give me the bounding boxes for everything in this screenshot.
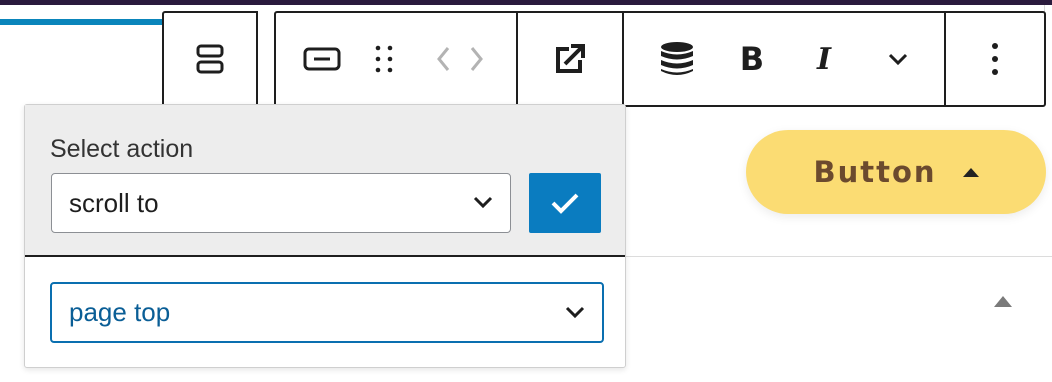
select-parent-button[interactable] [164,13,256,105]
toolbar-parent-group [162,11,258,107]
action-panel: Select action scroll to page top [24,104,626,368]
move-buttons[interactable] [422,13,498,105]
parent-block-icon [196,44,224,74]
content-divider [626,256,1052,257]
button-block-label[interactable]: Button [813,155,936,189]
action-select-value: scroll to [69,187,159,218]
link-external-icon [556,44,585,73]
toolbar-separator [516,13,518,105]
bold-icon: B [739,40,765,78]
drag-handle-icon [375,45,393,73]
block-toolbar: B I [274,11,1046,107]
chevron-down-icon [888,53,908,66]
chevron-down-icon [473,196,493,209]
checkmark-icon [551,193,579,214]
move-arrows-icon [437,47,483,71]
drag-handle[interactable] [360,13,408,105]
scroll-target-value: page top [69,297,171,327]
select-action-label: Select action [50,135,194,163]
chevron-down-icon [565,306,585,318]
block-type-button[interactable] [290,13,354,105]
scroll-target-select[interactable]: page top [50,282,604,343]
block-divider-line [0,19,170,25]
caret-up-icon [962,167,979,177]
link-button[interactable] [526,13,614,105]
dynamic-data-button[interactable] [642,13,712,105]
button-block[interactable]: Button [746,130,1046,214]
action-select[interactable]: scroll to [51,173,511,233]
options-button[interactable] [954,13,1036,105]
more-formats-button[interactable] [866,13,930,105]
apply-action-button[interactable] [529,173,601,233]
bold-button[interactable]: B [724,13,780,105]
button-block-icon [303,47,341,71]
top-strip [0,0,1052,5]
collapse-caret-icon[interactable] [994,296,1012,307]
italic-icon: I [816,41,832,77]
database-icon [661,42,693,75]
italic-button[interactable]: I [796,13,852,105]
more-options-icon [992,43,998,75]
action-panel-header: Select action scroll to [25,105,625,257]
toolbar-separator [622,13,624,105]
toolbar-separator [944,13,946,105]
